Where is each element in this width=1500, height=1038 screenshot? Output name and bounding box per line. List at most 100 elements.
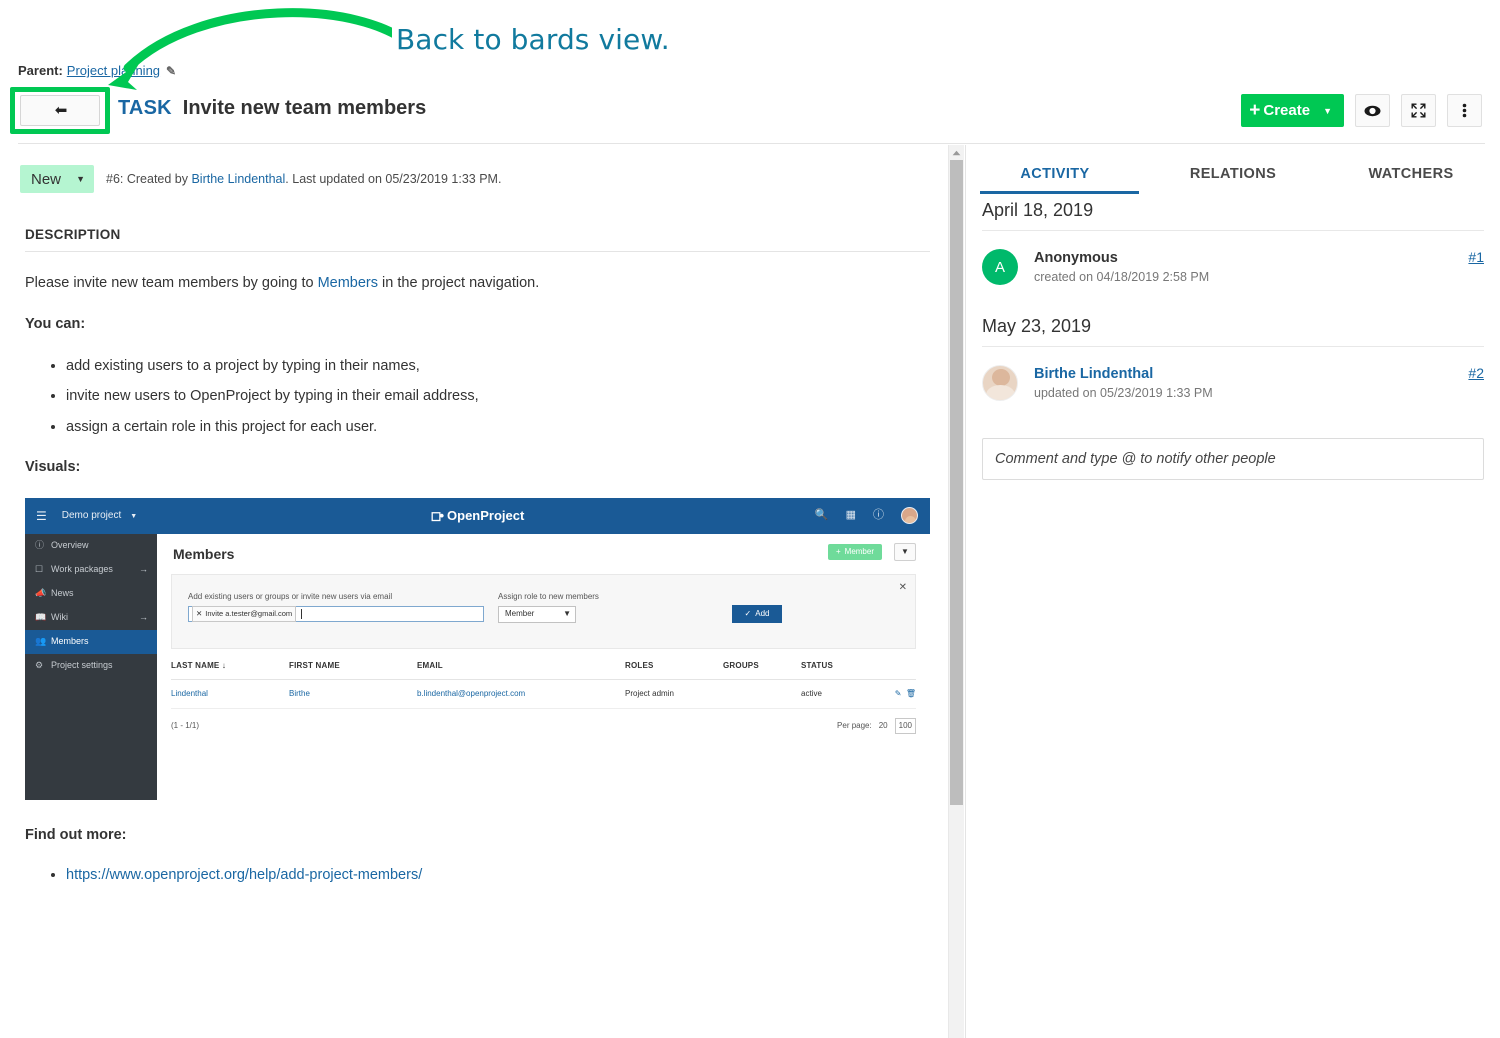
- you-can-label: You can:: [25, 316, 86, 333]
- column-header-last-name[interactable]: LAST NAME ↓: [171, 660, 289, 672]
- grid-modules-icon[interactable]: ▦: [846, 507, 856, 524]
- add-member-label: Member: [844, 546, 874, 556]
- scroll-up-arrow-icon[interactable]: [949, 145, 964, 160]
- embedded-topbar: ☰ Demo project ▼ ◻• OpenProject 🔍 ▦ ⓘ: [25, 497, 930, 534]
- work-package-subject[interactable]: Invite new team members: [183, 97, 426, 120]
- watch-button[interactable]: [1355, 94, 1390, 127]
- assign-role-label: Assign role to new members: [498, 591, 599, 601]
- comment-input[interactable]: Comment and type @ to notify other peopl…: [982, 438, 1484, 481]
- column-header-email[interactable]: EMAIL: [417, 660, 625, 672]
- create-button-label: Create: [1263, 102, 1311, 119]
- sidebar-item-members[interactable]: 👥 Members: [25, 629, 157, 654]
- cell-roles: Project admin: [625, 689, 674, 699]
- meta-author-link[interactable]: Birthe Lindenthal: [191, 172, 285, 186]
- work-package-type: TASK: [118, 97, 172, 119]
- tab-relations[interactable]: RELATIONS: [1144, 166, 1322, 194]
- column-header-status[interactable]: STATUS: [801, 660, 879, 672]
- activity-entry-meta: Anonymous created on 04/18/2019 2:58 PM: [1034, 249, 1209, 286]
- activity-entry-meta: Birthe Lindenthal updated on 05/23/2019 …: [1034, 365, 1213, 402]
- meta-suffix: . Last updated on 05/23/2019 1:33 PM.: [285, 172, 502, 186]
- search-icon[interactable]: 🔍: [815, 507, 829, 524]
- description-bullets: add existing users to a project by typin…: [25, 355, 930, 438]
- activity-entry: Birthe Lindenthal updated on 05/23/2019 …: [966, 347, 1500, 402]
- fullscreen-button[interactable]: [1401, 94, 1436, 127]
- activity-detail: updated on 05/23/2019 1:33 PM: [1034, 385, 1213, 400]
- page-title: TASK Invite new team members: [118, 97, 426, 120]
- status-badge[interactable]: New ▼: [20, 165, 94, 193]
- sidebar-item-news[interactable]: 📣 News: [25, 582, 157, 606]
- pencil-icon[interactable]: ✎: [895, 689, 902, 698]
- openproject-mark-icon: ◻•: [430, 507, 444, 523]
- help-icon[interactable]: ⓘ: [873, 507, 884, 524]
- description-heading: DESCRIPTION: [25, 227, 121, 242]
- column-header-first-name[interactable]: FIRST NAME: [289, 660, 417, 672]
- scrollbar-thumb[interactable]: [950, 160, 963, 805]
- avatar[interactable]: [901, 507, 918, 525]
- column-header-roles[interactable]: ROLES: [625, 660, 723, 672]
- find-out-more-label: Find out more:: [25, 826, 127, 843]
- embedded-project-selector[interactable]: Demo project ▼: [62, 508, 137, 524]
- chevron-down-icon: ▼: [130, 513, 138, 521]
- scrollbar[interactable]: [948, 145, 964, 1038]
- activity-date-group: May 23, 2019: [982, 316, 1092, 337]
- parent-link[interactable]: Project planning: [67, 63, 160, 78]
- cell-last-name[interactable]: Lindenthal: [171, 688, 289, 700]
- sidebar-item-wiki[interactable]: 📖 Wiki →: [25, 606, 157, 630]
- cell-first-name[interactable]: Birthe: [289, 688, 417, 700]
- sidebar-item-project-settings[interactable]: ⚙ Project settings: [25, 654, 157, 678]
- panel-tabs: ACTIVITY RELATIONS WATCHERS: [966, 145, 1500, 194]
- add-users-input[interactable]: ✕ Invite a.tester@gmail.com: [188, 605, 484, 622]
- filter-button[interactable]: ▼: [894, 542, 916, 561]
- chevron-right-icon: →: [139, 611, 148, 622]
- chip-label: Invite a.tester@gmail.com: [205, 609, 293, 618]
- cell-email[interactable]: b.lindenthal@openproject.com: [417, 688, 625, 700]
- close-x-icon[interactable]: ✕: [899, 580, 907, 596]
- add-button[interactable]: ✓ Add: [732, 604, 782, 623]
- sidebar-item-overview[interactable]: ⓘ Overview: [25, 534, 157, 558]
- hamburger-icon[interactable]: ☰: [36, 507, 47, 526]
- find-out-more-section: Find out more: https://www.openproject.o…: [25, 824, 930, 887]
- activity-author: Anonymous: [1034, 250, 1118, 266]
- chip-remove-icon[interactable]: ✕: [196, 608, 202, 620]
- pencil-icon[interactable]: ✎: [166, 64, 176, 78]
- members-link[interactable]: Members: [318, 275, 378, 291]
- tab-watchers[interactable]: WATCHERS: [1322, 166, 1500, 194]
- text-cursor: [301, 608, 303, 619]
- annotation-arrow-curve: [123, 8, 420, 73]
- list-item: invite new users to OpenProject by typin…: [66, 385, 930, 407]
- embedded-content: Members + Member ▼ ✕ Add existing users o…: [157, 533, 930, 800]
- tab-activity[interactable]: ACTIVITY: [966, 166, 1144, 194]
- table-footer: (1 - 1/1) Per page: 20 100: [171, 709, 916, 734]
- description-section: DESCRIPTION Please invite new team membe…: [25, 227, 930, 895]
- eye-icon: [1364, 105, 1381, 116]
- sidebar-item-label: Overview: [51, 539, 89, 550]
- per-page-100[interactable]: 100: [894, 717, 916, 734]
- back-button[interactable]: ⬅: [20, 95, 100, 126]
- embedded-logo: ◻• OpenProject: [431, 506, 525, 526]
- per-page-20[interactable]: 20: [879, 720, 888, 732]
- visuals-label: Visuals:: [25, 459, 81, 476]
- role-select[interactable]: Member ▼: [498, 605, 576, 623]
- create-button[interactable]: + Create ▼: [1241, 94, 1344, 127]
- activity-author[interactable]: Birthe Lindenthal: [1034, 365, 1213, 385]
- add-member-panel: ✕ Add existing users or groups or invite…: [171, 573, 916, 649]
- role-select-value: Member: [505, 609, 535, 619]
- avatar: [982, 365, 1018, 402]
- sidebar-item-label: Members: [51, 635, 89, 646]
- check-icon: ✓: [744, 608, 752, 618]
- trash-icon[interactable]: 🗑: [906, 689, 916, 698]
- help-link[interactable]: https://www.openproject.org/help/add-pro…: [66, 867, 422, 883]
- add-member-button[interactable]: + Member: [827, 543, 882, 560]
- more-menu-button[interactable]: [1447, 94, 1482, 127]
- chevron-down-icon: ▼: [76, 174, 85, 184]
- activity-number[interactable]: #1: [1468, 249, 1484, 265]
- embedded-topbar-icons: 🔍 ▦ ⓘ: [815, 507, 918, 525]
- sidebar-item-work-packages[interactable]: ☐ Work packages →: [25, 558, 157, 582]
- activity-number[interactable]: #2: [1468, 365, 1484, 381]
- user-chip: ✕ Invite a.tester@gmail.com: [192, 606, 297, 622]
- row-actions: ✎ 🗑: [879, 688, 916, 700]
- sidebar-item-label: Work packages: [51, 563, 113, 574]
- per-page-controls: Per page: 20 100: [837, 717, 916, 734]
- status-row: New ▼ #6: Created by Birthe Lindenthal. …: [20, 165, 501, 193]
- column-header-groups[interactable]: GROUPS: [723, 660, 801, 672]
